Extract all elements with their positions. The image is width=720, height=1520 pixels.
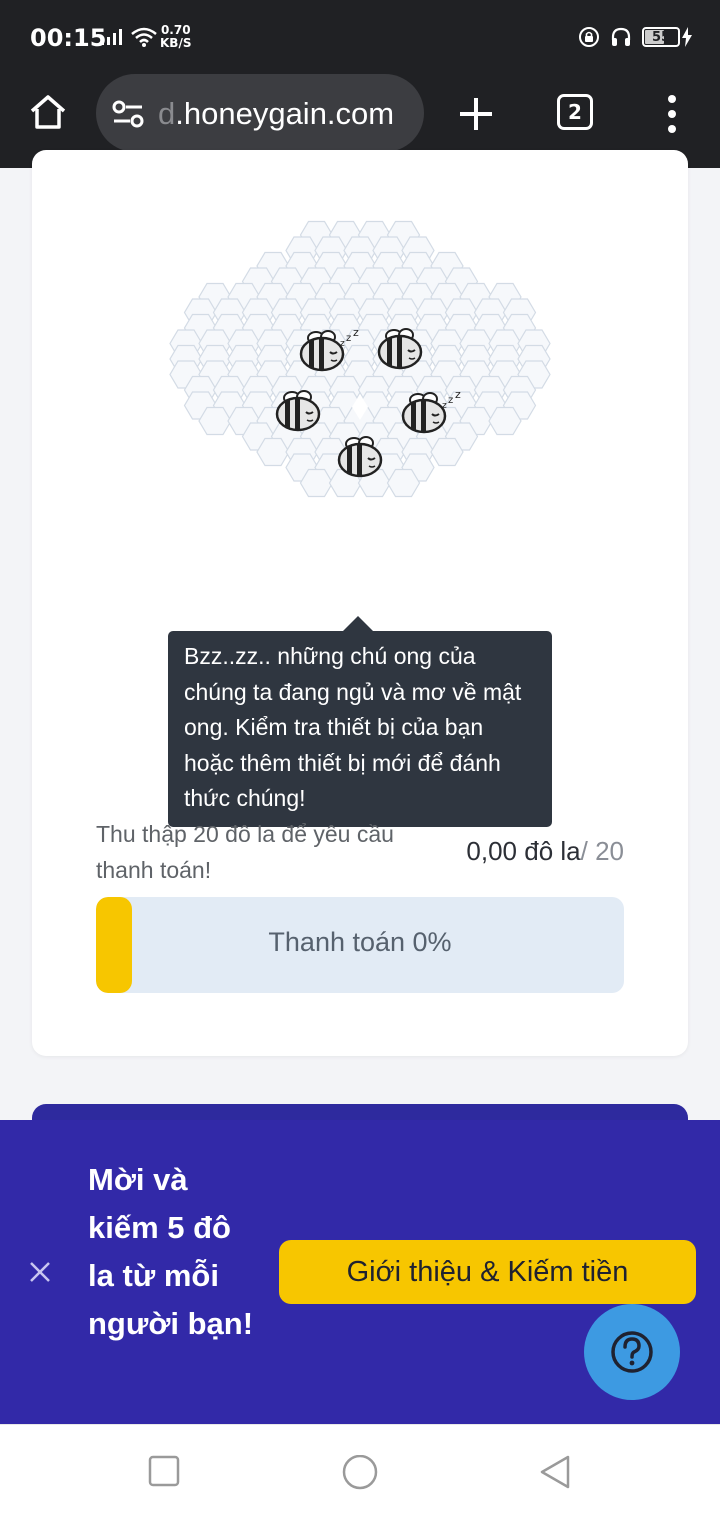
balance: 0,00 đô la/ 20: [466, 836, 624, 867]
headphones-icon: [611, 27, 631, 46]
signal-icon: [101, 29, 122, 45]
question-icon: [611, 1331, 653, 1373]
tune-icon[interactable]: [112, 100, 144, 128]
svg-text:z: z: [448, 395, 453, 406]
payout-progress-bar: Thanh toán 0%: [96, 897, 624, 993]
url-text[interactable]: d.honeygain.com: [158, 96, 394, 132]
tab-switcher-button[interactable]: 2: [557, 94, 593, 130]
url-faded-prefix: d: [158, 96, 176, 131]
network-speed: 0.70 KB/S: [160, 24, 191, 50]
vpn-lock-icon: [579, 27, 599, 47]
system-nav-bar: [0, 1424, 720, 1520]
circle-icon[interactable]: [341, 1455, 379, 1493]
honeycomb-hive: z z zz z z: [169, 220, 551, 498]
refer-and-earn-button[interactable]: Giới thiệu & Kiếm tiền: [279, 1240, 696, 1304]
battery-level: 55: [651, 29, 671, 45]
square-icon[interactable]: [148, 1455, 180, 1487]
referral-banner: Mời và kiếm 5 đô la từ mỗi người bạn! Gi…: [0, 1120, 720, 1424]
svg-text:z: z: [353, 326, 359, 339]
collect-instructions: Thu thập 20 đô la để yêu cầu thanh toán!: [96, 821, 394, 883]
triangle-back-icon[interactable]: [538, 1455, 572, 1491]
tooltip-text: Bzz..zz.. những chú ong của chúng ta đan…: [184, 643, 522, 811]
balance-target: / 20: [580, 836, 624, 866]
battery-indicator: 55: [642, 27, 680, 47]
svg-text:z: z: [455, 388, 461, 401]
charging-icon: [682, 27, 692, 47]
more-vert-icon[interactable]: [660, 94, 684, 134]
sleeping-bees-tooltip: Bzz..zz.. những chú ong của chúng ta đan…: [168, 616, 552, 827]
svg-text:z: z: [346, 333, 351, 344]
plus-icon[interactable]: [456, 94, 496, 134]
network-speed-unit: KB/S: [160, 36, 192, 50]
help-button[interactable]: [584, 1304, 680, 1400]
close-icon[interactable]: [28, 1260, 52, 1284]
url-domain: .honeygain.com: [175, 96, 395, 131]
earnings-card: zzzzzz Bzz..zz.. những chú ong của chúng…: [32, 150, 688, 1056]
svg-text:z: z: [442, 401, 447, 411]
status-bar: 00:15 0.70 KB/S 55: [0, 0, 720, 72]
svg-text:z: z: [340, 339, 345, 349]
balance-value: 0,00 đô la: [466, 836, 581, 866]
referral-text: Mời và kiếm 5 đô la từ mỗi người bạn!: [88, 1162, 254, 1341]
status-time: 00:15: [30, 24, 107, 52]
progress-label: Thanh toán 0%: [268, 927, 452, 957]
home-icon[interactable]: [28, 92, 68, 132]
wifi-icon: [131, 27, 157, 47]
address-bar[interactable]: d.honeygain.com: [96, 74, 424, 152]
